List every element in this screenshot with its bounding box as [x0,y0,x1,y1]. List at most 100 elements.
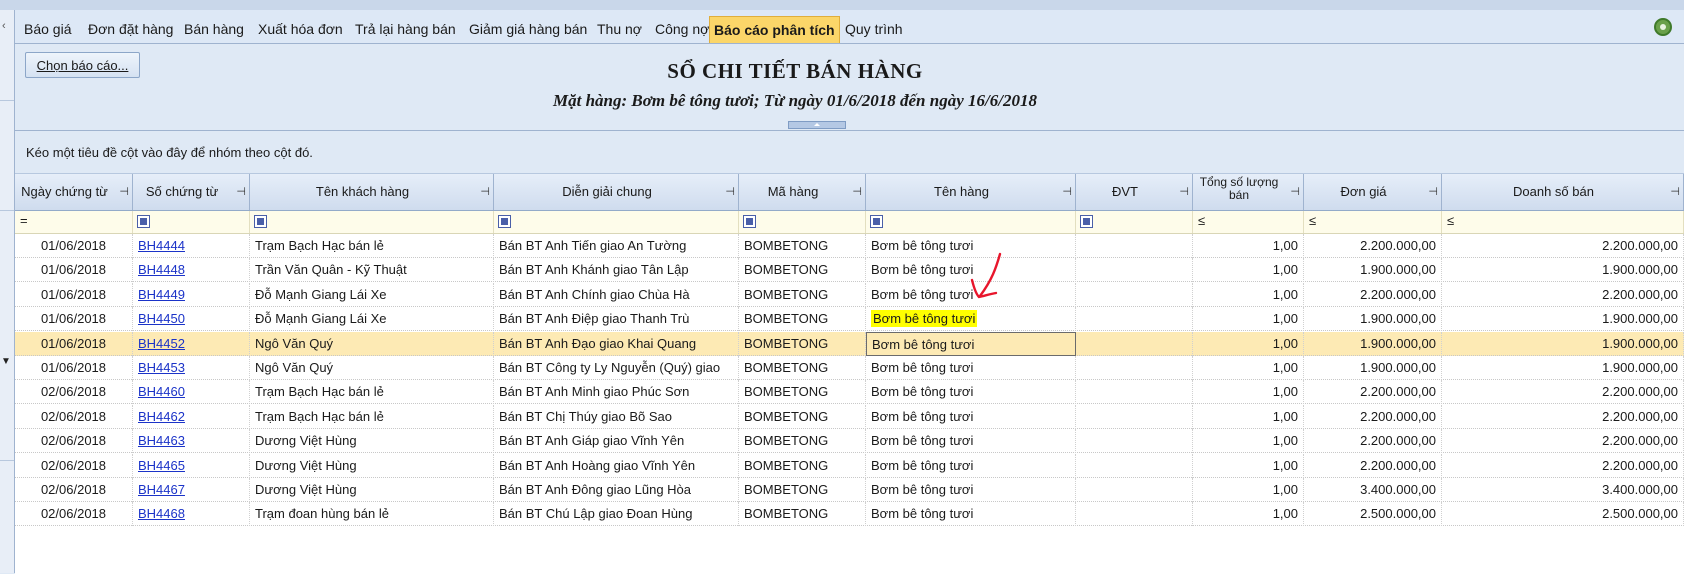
cell-customer[interactable]: Dương Việt Hùng [250,453,494,478]
column-header-item[interactable]: Tên hàng ⊣ [866,174,1076,210]
cell-qty[interactable]: 1,00 [1193,502,1304,527]
pin-icon[interactable]: ⊣ [725,185,735,198]
filter-icon[interactable] [870,215,883,228]
cell-desc[interactable]: Bán BT Anh Minh giao Phúc Sơn [494,380,739,405]
cell-sales[interactable]: 3.400.000,00 [1442,478,1684,502]
cell-unit[interactable] [1076,356,1193,380]
dropdown-triangle-icon[interactable]: ▼ [1,356,11,367]
cell-date[interactable]: 02/06/2018 [15,380,133,405]
table-row[interactable]: 02/06/2018 BH4468 Trạm đoan hùng bán lẻ Bán… [15,502,1684,527]
cell-sales[interactable]: 2.200.000,00 [1442,234,1684,258]
cell-unit[interactable] [1076,404,1193,429]
pin-icon[interactable]: ⊣ [1179,185,1189,198]
cell-sales[interactable]: 2.200.000,00 [1442,453,1684,478]
tab-0[interactable]: Báo giá [24,18,71,40]
cell-desc[interactable]: Bán BT Chị Thúy giao Bõ Sao [494,404,739,429]
table-row[interactable]: 01/06/2018 BH4449 Đỗ Mạnh Giang Lái Xe Bán … [15,282,1684,307]
cell-sales[interactable]: 2.200.000,00 [1442,282,1684,307]
cell-code[interactable]: BOMBETONG [739,282,866,307]
cell-qty[interactable]: 1,00 [1193,282,1304,307]
cell-item[interactable]: Bơm bê tông tươi [866,429,1076,454]
cell-price[interactable]: 2.200.000,00 [1304,282,1442,307]
cell-code[interactable]: BOMBETONG [739,258,866,283]
column-header-customer[interactable]: Tên khách hàng ⊣ [250,174,494,210]
table-row[interactable]: 01/06/2018 BH4444 Trạm Bạch Hạc bán lẻ Bán … [15,234,1684,258]
table-row[interactable]: 01/06/2018 BH4453 Ngô Văn Quý Bán BT Công t… [15,356,1684,380]
cell-date[interactable]: 01/06/2018 [15,234,133,258]
cell-unit[interactable] [1076,258,1193,283]
cell-customer[interactable]: Dương Việt Hùng [250,478,494,502]
cell-customer[interactable]: Dương Việt Hùng [250,429,494,454]
gear-icon[interactable] [1654,18,1672,36]
filter-cell-price[interactable]: ≤ [1304,211,1442,233]
pin-icon[interactable]: ⊣ [1062,185,1072,198]
filter-icon[interactable] [137,215,150,228]
cell-price[interactable]: 2.500.000,00 [1304,502,1442,527]
tab-4[interactable]: Trả lại hàng bán [355,18,456,40]
cell-item[interactable]: Bơm bê tông tươi [866,356,1076,380]
pin-icon[interactable]: ⊣ [119,185,129,198]
cell-customer[interactable]: Ngô Văn Quý [250,356,494,380]
document-link[interactable]: BH4463 [138,433,185,448]
cell-unit[interactable] [1076,478,1193,502]
collapse-splitter[interactable] [788,121,846,129]
column-header-sales[interactable]: Doanh số bán ⊣ [1442,174,1684,210]
filter-operator[interactable]: ≤ [1447,213,1454,228]
cell-sales[interactable]: 1.900.000,00 [1442,331,1684,356]
tab-1[interactable]: Đơn đặt hàng [88,18,173,40]
cell-doc[interactable]: BH4468 [133,502,250,527]
filter-icon[interactable] [743,215,756,228]
cell-date[interactable]: 02/06/2018 [15,404,133,429]
cell-doc[interactable]: BH4453 [133,356,250,380]
cell-sales[interactable]: 2.200.000,00 [1442,404,1684,429]
filter-icon[interactable] [254,215,267,228]
cell-customer[interactable]: Trần Văn Quân - Kỹ Thuật [250,258,494,283]
cell-code[interactable]: BOMBETONG [739,502,866,527]
cell-customer[interactable]: Đỗ Mạnh Giang Lái Xe [250,307,494,332]
cell-item[interactable]: Bơm bê tông tươi [866,380,1076,405]
table-row[interactable]: 01/06/2018 BH4448 Trần Văn Quân - Kỹ Thuật… [15,258,1684,283]
cell-customer[interactable]: Trạm Bạch Hạc bán lẻ [250,234,494,258]
cell-doc[interactable]: BH4448 [133,258,250,283]
cell-doc[interactable]: BH4462 [133,404,250,429]
cell-code[interactable]: BOMBETONG [739,380,866,405]
table-row[interactable]: 01/06/2018 BH4450 Đỗ Mạnh Giang Lái Xe Bán … [15,307,1684,332]
cell-qty[interactable]: 1,00 [1193,429,1304,454]
cell-desc[interactable]: Bán BT Anh Tiến giao An Tường [494,234,739,258]
filter-operator[interactable]: = [20,213,28,228]
cell-customer[interactable]: Trạm Bạch Hạc bán lẻ [250,380,494,405]
pin-icon[interactable]: ⊣ [1428,185,1438,198]
cell-item[interactable]: Bơm bê tông tươi [866,478,1076,502]
document-link[interactable]: BH4465 [138,458,185,473]
cell-price[interactable]: 2.200.000,00 [1304,429,1442,454]
cell-item[interactable]: Bơm bê tông tươi [866,453,1076,478]
pin-icon[interactable]: ⊣ [852,185,862,198]
cell-unit[interactable] [1076,453,1193,478]
filter-cell-qty[interactable]: ≤ [1193,211,1304,233]
cell-desc[interactable]: Bán BT Chú Lập giao Đoan Hùng [494,502,739,527]
cell-price[interactable]: 1.900.000,00 [1304,356,1442,380]
cell-price[interactable]: 2.200.000,00 [1304,453,1442,478]
column-header-desc[interactable]: Diễn giải chung ⊣ [494,174,739,210]
document-link[interactable]: BH4444 [138,238,185,253]
tab-7[interactable]: Công nợ [655,18,709,40]
pin-icon[interactable]: ⊣ [1670,185,1680,198]
column-header-date[interactable]: Ngày chứng từ ⊣ [15,174,133,210]
column-header-doc[interactable]: Số chứng từ ⊣ [133,174,250,210]
cell-desc[interactable]: Bán BT Anh Đạo giao Khai Quang [494,331,739,356]
cell-doc[interactable]: BH4463 [133,429,250,454]
cell-qty[interactable]: 1,00 [1193,453,1304,478]
cell-unit[interactable] [1076,429,1193,454]
column-header-unit[interactable]: ĐVT ⊣ [1076,174,1193,210]
cell-doc[interactable]: BH4450 [133,307,250,332]
filter-cell-unit[interactable] [1076,211,1193,233]
cell-qty[interactable]: 1,00 [1193,331,1304,356]
cell-desc[interactable]: Bán BT Anh Đông giao Lũng Hòa [494,478,739,502]
cell-date[interactable]: 01/06/2018 [15,356,133,380]
cell-item[interactable]: Bơm bê tông tươi [866,404,1076,429]
document-link[interactable]: BH4452 [138,336,185,351]
tab-3[interactable]: Xuất hóa đơn [258,18,343,40]
cell-item[interactable]: Bơm bê tông tươi [866,331,1076,356]
cell-sales[interactable]: 2.200.000,00 [1442,429,1684,454]
cell-date[interactable]: 01/06/2018 [15,307,133,332]
